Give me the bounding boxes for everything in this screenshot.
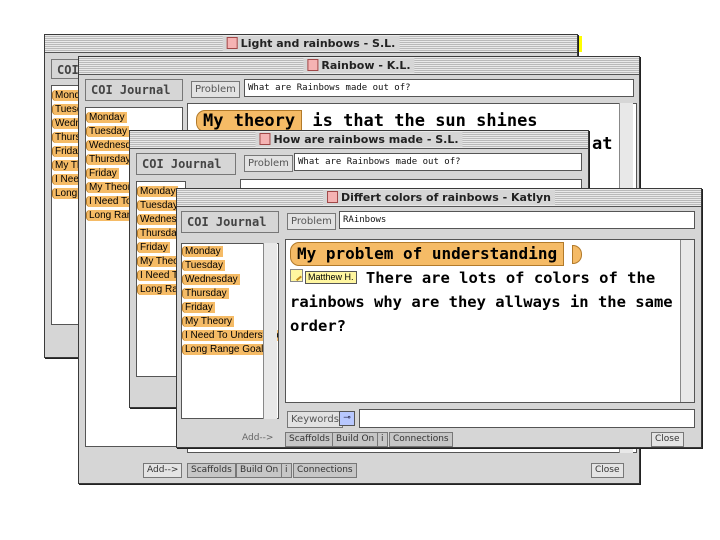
window-title: Light and rainbows - S.L. xyxy=(222,36,400,51)
window-title: Differt colors of rainbows - Katlyn xyxy=(323,190,555,205)
close-button[interactable]: Close xyxy=(651,432,684,447)
connections-button[interactable]: Connections xyxy=(293,463,357,478)
scaffolds-button[interactable]: Scaffolds xyxy=(285,432,334,447)
window-title: How are rainbows made - S.L. xyxy=(255,132,463,147)
build-on-button[interactable]: Build On xyxy=(332,432,379,447)
title-bar[interactable]: Differt colors of rainbows - Katlyn xyxy=(177,189,701,207)
note-body-text: is that the sun shines xyxy=(312,111,538,131)
coi-journal-header: COI Journal xyxy=(181,211,279,233)
coi-journal-header: COI Journal xyxy=(85,79,183,101)
document-icon xyxy=(327,191,339,203)
note-content-area[interactable]: My problem of understanding Matthew H. T… xyxy=(285,239,695,403)
problem-heading-tag: My problem of understanding xyxy=(290,242,565,266)
keywords-field[interactable] xyxy=(359,409,695,428)
keyword-link-icon[interactable]: ⊸ xyxy=(339,411,355,426)
info-button[interactable]: i xyxy=(281,463,292,478)
problem-label: Problem xyxy=(191,81,240,98)
close-button[interactable]: Close xyxy=(591,463,624,478)
document-icon xyxy=(259,133,271,145)
document-icon xyxy=(307,59,319,71)
document-icon xyxy=(226,37,238,49)
add-button[interactable]: Add--> xyxy=(239,432,276,445)
author-chip[interactable]: Matthew H. xyxy=(305,271,357,284)
list-item-monday[interactable]: Monday xyxy=(86,111,182,125)
scaffolds-button[interactable]: Scaffolds xyxy=(187,463,236,478)
problem-label: Problem xyxy=(287,213,336,230)
problem-field[interactable]: What are Rainbows made out of? xyxy=(244,79,634,97)
add-button[interactable]: Add--> xyxy=(143,463,183,478)
annotation-icon[interactable] xyxy=(290,269,303,282)
list-scrollbar[interactable] xyxy=(263,243,277,419)
note-trailing-text: at xyxy=(592,134,613,154)
vertical-scrollbar[interactable] xyxy=(680,240,694,402)
window-title: Rainbow - K.L. xyxy=(303,58,415,73)
title-bar[interactable]: How are rainbows made - S.L. xyxy=(130,131,588,149)
note-window-differt-colors-of-rainbows[interactable]: Differt colors of rainbows - Katlyn COI … xyxy=(176,188,702,448)
keywords-label: Keywords xyxy=(287,411,343,428)
theory-heading-tag: My theory xyxy=(196,110,303,132)
heading-tag-end xyxy=(572,245,583,264)
coi-journal-header: COI Journal xyxy=(136,153,236,175)
title-bar[interactable]: Rainbow - K.L. xyxy=(79,57,639,75)
connections-button[interactable]: Connections xyxy=(389,432,453,447)
title-bar[interactable]: Light and rainbows - S.L. xyxy=(45,35,577,53)
info-button[interactable]: i xyxy=(377,432,388,447)
problem-field[interactable]: What are Rainbows made out of? xyxy=(294,153,582,171)
problem-label: Problem xyxy=(244,155,293,172)
build-on-button[interactable]: Build On xyxy=(236,463,283,478)
problem-field[interactable]: RAinbows xyxy=(339,211,695,229)
